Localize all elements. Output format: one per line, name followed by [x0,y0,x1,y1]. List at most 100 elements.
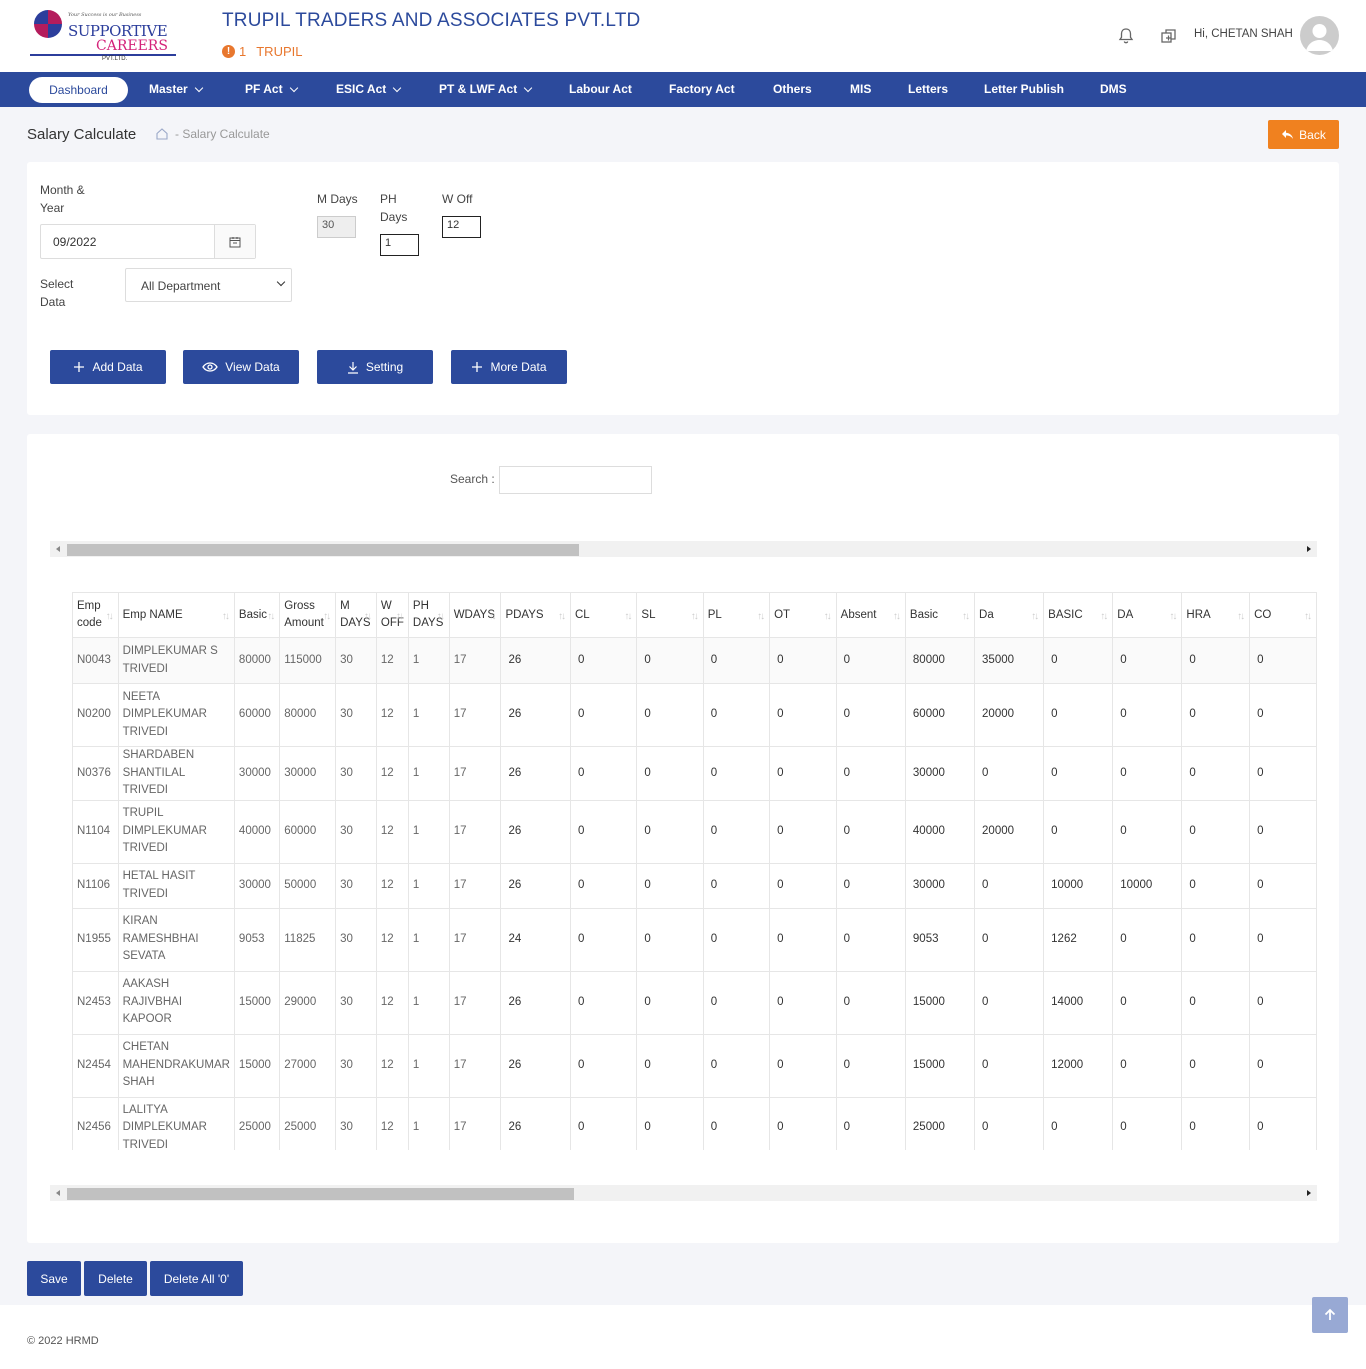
value-cell[interactable]: 25000 [905,1097,976,1150]
sort-icon[interactable]: ↑↓ [437,608,445,625]
value-cell[interactable]: 0 [570,746,638,801]
value-cell[interactable]: 0 [570,1097,638,1150]
scroll-left-arrow-icon[interactable] [56,546,60,552]
sort-icon[interactable]: ↑↓ [364,608,372,625]
value-cell[interactable]: 0 [1112,971,1183,1035]
value-cell[interactable]: 0 [1249,683,1317,747]
column-header[interactable]: PH DAYS ↑↓ [408,592,450,638]
value-cell[interactable]: 0 [836,683,906,747]
sort-icon[interactable]: ↑↓ [488,608,496,625]
value-cell[interactable]: 0 [570,1034,638,1098]
nav-others[interactable]: Others [773,72,812,107]
phdays-input[interactable]: 1 [380,234,419,256]
value-cell[interactable]: 0 [636,637,704,684]
value-cell[interactable]: 0 [836,1097,906,1150]
value-cell[interactable]: 10000 [1112,863,1183,909]
sort-icon[interactable]: ↑↓ [1169,608,1177,625]
column-header[interactable]: OT ↑↓ [769,592,837,638]
value-cell[interactable]: 9053 [905,908,976,972]
company-sub[interactable]: ! 1 TRUPIL [222,44,302,59]
value-cell[interactable]: 0 [974,971,1045,1035]
company-logo[interactable]: Your Success is our Business SUPPORTIVE … [28,8,178,64]
value-cell[interactable]: 60000 [905,683,976,747]
table-row[interactable]: N1955 KIRAN RAMESHBHAI SEVATA 9053 11825 30 12 1… [72,908,1317,972]
value-cell[interactable]: 0 [1249,971,1317,1035]
delete-button[interactable]: Delete [84,1261,147,1296]
value-cell[interactable]: 0 [703,800,771,864]
nav-labour-act[interactable]: Labour Act [569,72,632,107]
window-switch-icon[interactable] [1160,27,1178,45]
value-cell[interactable]: 0 [570,800,638,864]
sort-icon[interactable]: ↑↓ [757,608,765,625]
column-header[interactable]: Da ↑↓ [974,592,1045,638]
sort-icon[interactable]: ↑↓ [962,608,970,625]
nav-master[interactable]: Master [149,72,203,107]
value-cell[interactable]: 30000 [905,863,976,909]
scroll-thumb[interactable] [67,544,579,556]
calendar-icon[interactable] [214,225,255,258]
column-header[interactable]: CL ↑↓ [570,592,638,638]
table-row[interactable]: N2454 CHETAN MAHENDRAKUMAR SHAH 15000 27000 30… [72,1034,1317,1098]
value-cell[interactable]: 0 [1043,800,1114,864]
column-header[interactable]: DA ↑↓ [1112,592,1183,638]
table-row[interactable]: N2456 LALITYA DIMPLEKUMAR TRIVEDI 25000 25000… [72,1097,1317,1150]
value-cell[interactable]: 0 [703,746,771,801]
value-cell[interactable]: 0 [769,800,837,864]
value-cell[interactable]: 10000 [1043,863,1114,909]
value-cell[interactable]: 0 [974,863,1045,909]
scroll-thumb[interactable] [67,1188,574,1200]
back-button[interactable]: Back [1268,120,1339,149]
value-cell[interactable]: 0 [1249,800,1317,864]
value-cell[interactable]: 0 [1181,1034,1251,1098]
top-scrollbar[interactable] [50,541,1317,557]
column-header[interactable]: M DAYS ↑↓ [335,592,377,638]
value-cell[interactable]: 26 [500,746,571,801]
table-row[interactable]: N1106 HETAL HASIT TRIVEDI 30000 50000 30 12 1 17… [72,863,1317,909]
value-cell[interactable]: 0 [570,637,638,684]
value-cell[interactable]: 0 [1181,971,1251,1035]
bottom-scrollbar[interactable] [50,1185,1317,1201]
month-year-input[interactable]: 09/2022 [40,224,256,259]
value-cell[interactable]: 0 [769,908,837,972]
woff-input[interactable]: 12 [442,216,481,238]
value-cell[interactable]: 0 [974,1097,1045,1150]
value-cell[interactable]: 0 [769,746,837,801]
value-cell[interactable]: 0 [769,683,837,747]
column-header[interactable]: BASIC ↑↓ [1043,592,1114,638]
column-header[interactable]: W OFF ↑↓ [376,592,409,638]
salary-table-wrapper[interactable]: Emp code ↑↓ Emp NAME ↑↓ Basic ↑↓ Gross Amount ↑↓ M… [72,592,1317,1150]
value-cell[interactable]: 0 [703,1034,771,1098]
value-cell[interactable]: 0 [974,908,1045,972]
table-row[interactable]: N0376 SHARDABEN SHANTILAL TRIVEDI 30000 3000… [72,746,1317,801]
value-cell[interactable]: 1262 [1043,908,1114,972]
value-cell[interactable]: 0 [1112,908,1183,972]
value-cell[interactable]: 0 [1249,863,1317,909]
value-cell[interactable]: 0 [1043,683,1114,747]
value-cell[interactable]: 0 [570,971,638,1035]
nav-pf-act[interactable]: PF Act [245,72,298,107]
value-cell[interactable]: 26 [500,1034,571,1098]
value-cell[interactable]: 0 [836,908,906,972]
value-cell[interactable]: 0 [703,863,771,909]
value-cell[interactable]: 0 [636,683,704,747]
nav-mis[interactable]: MIS [850,72,871,107]
value-cell[interactable]: 0 [974,746,1045,801]
value-cell[interactable]: 0 [570,863,638,909]
table-row[interactable]: N1104 TRUPIL DIMPLEKUMAR TRIVEDI 40000 60000 3… [72,800,1317,864]
column-header[interactable]: Basic ↑↓ [234,592,281,638]
sort-icon[interactable]: ↑↓ [824,608,832,625]
value-cell[interactable]: 20000 [974,683,1045,747]
value-cell[interactable]: 80000 [905,637,976,684]
nav-dms[interactable]: DMS [1100,72,1127,107]
value-cell[interactable]: 30000 [905,746,976,801]
user-greeting[interactable]: Hi, CHETAN SHAH [1194,28,1293,40]
value-cell[interactable]: 0 [1249,908,1317,972]
value-cell[interactable]: 0 [769,971,837,1035]
value-cell[interactable]: 0 [1112,1034,1183,1098]
value-cell[interactable]: 0 [1249,1034,1317,1098]
value-cell[interactable]: 0 [836,1034,906,1098]
value-cell[interactable]: 0 [1112,746,1183,801]
value-cell[interactable]: 0 [1112,683,1183,747]
column-header[interactable]: Gross Amount ↑↓ [279,592,337,638]
sort-icon[interactable]: ↑↓ [558,608,566,625]
